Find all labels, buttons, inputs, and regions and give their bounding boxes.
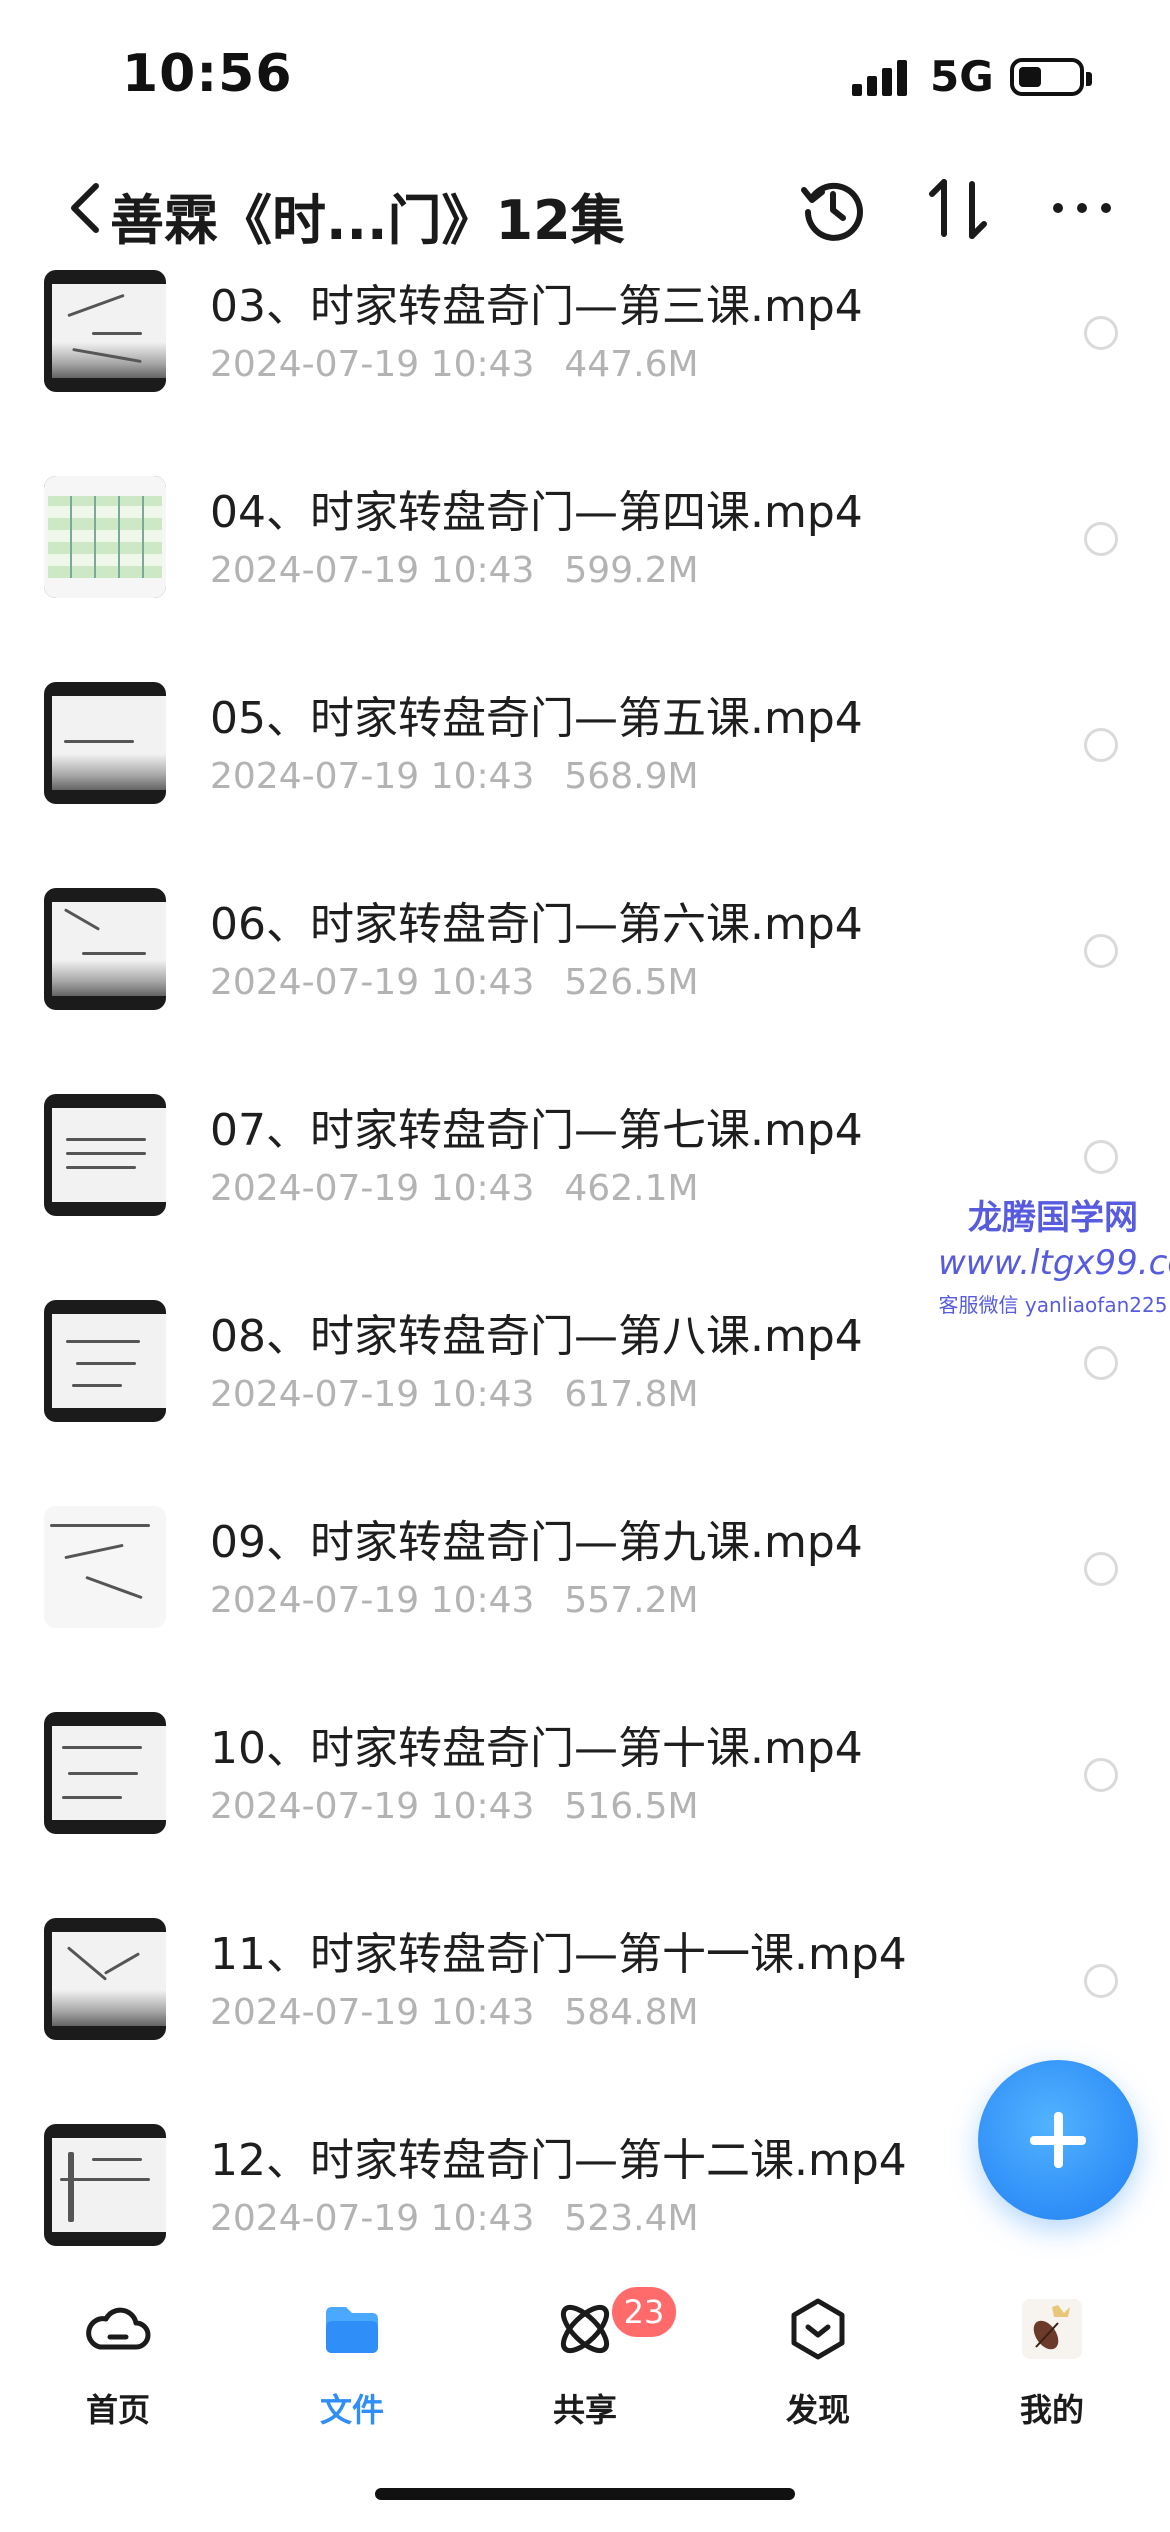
notification-badge: 23 (612, 2287, 676, 2337)
tab-label: 文件 (319, 2391, 384, 2429)
file-date: 2024-07-19 10:43 (210, 550, 535, 591)
file-meta: 2024-07-19 10:43 568.9M (210, 756, 699, 797)
file-size: 617.8M (564, 1374, 699, 1415)
select-radio[interactable] (1084, 316, 1118, 350)
file-size: 584.8M (564, 1992, 699, 2033)
video-thumbnail (44, 270, 166, 392)
file-date: 2024-07-19 10:43 (210, 756, 535, 797)
select-radio[interactable] (1084, 1346, 1118, 1380)
chevron-left-icon[interactable] (66, 178, 106, 238)
file-size: 557.2M (564, 1580, 699, 1621)
file-date: 2024-07-19 10:43 (210, 1786, 535, 1827)
select-radio[interactable] (1084, 1552, 1118, 1586)
file-name: 12、时家转盘奇门—第十二课.mp4 (210, 2135, 907, 2186)
file-meta: 2024-07-19 10:43 462.1M (210, 1168, 699, 1209)
battery-icon (1010, 58, 1092, 96)
tab-profile[interactable]: 我的 (972, 2295, 1132, 2445)
video-thumbnail (44, 1918, 166, 2040)
file-name: 04、时家转盘奇门—第四课.mp4 (210, 487, 863, 538)
video-thumbnail (44, 476, 166, 598)
sort-icon[interactable] (928, 176, 990, 242)
discover-icon (791, 2298, 845, 2360)
select-radio[interactable] (1084, 1964, 1118, 1998)
file-date: 2024-07-19 10:43 (210, 1992, 535, 2033)
tab-files[interactable]: 文件 (272, 2295, 432, 2445)
file-meta: 2024-07-19 10:43 447.6M (210, 344, 699, 385)
select-radio[interactable] (1084, 1758, 1118, 1792)
status-time: 10:56 (122, 44, 293, 104)
list-item[interactable]: 04、时家转盘奇门—第四课.mp4 2024-07-19 10:43 599.2M (0, 436, 1170, 642)
list-item[interactable]: 09、时家转盘奇门—第九课.mp4 2024-07-19 10:43 557.2M (0, 1466, 1170, 1672)
select-radio[interactable] (1084, 728, 1118, 762)
select-radio[interactable] (1084, 522, 1118, 556)
file-date: 2024-07-19 10:43 (210, 1168, 535, 1209)
tab-label: 首页 (85, 2391, 150, 2429)
tab-label: 共享 (552, 2391, 617, 2429)
file-name: 11、时家转盘奇门—第十一课.mp4 (210, 1929, 907, 1980)
file-meta: 2024-07-19 10:43 516.5M (210, 1786, 699, 1827)
file-date: 2024-07-19 10:43 (210, 344, 535, 385)
file-name: 08、时家转盘奇门—第八课.mp4 (210, 1311, 863, 1362)
status-bar: 10:56 5G (0, 0, 1170, 150)
list-item[interactable]: 05、时家转盘奇门—第五课.mp4 2024-07-19 10:43 568.9M (0, 642, 1170, 848)
home-indicator (375, 2488, 795, 2500)
share-orbit-icon (560, 2304, 610, 2354)
file-size: 462.1M (564, 1168, 699, 1209)
select-radio[interactable] (1084, 934, 1118, 968)
file-name: 07、时家转盘奇门—第七课.mp4 (210, 1105, 863, 1156)
video-thumbnail (44, 1300, 166, 1422)
watermark-contact: 客服微信 yanliaofan225 (938, 1293, 1168, 1317)
network-label: 5G (930, 52, 994, 101)
file-date: 2024-07-19 10:43 (210, 962, 535, 1003)
list-item[interactable]: 11、时家转盘奇门—第十一课.mp4 2024-07-19 10:43 584.8… (0, 1878, 1170, 2084)
file-date: 2024-07-19 10:43 (210, 1580, 535, 1621)
video-thumbnail (44, 1506, 166, 1628)
file-size: 516.5M (564, 1786, 699, 1827)
file-size: 447.6M (564, 344, 699, 385)
file-name: 05、时家转盘奇门—第五课.mp4 (210, 693, 863, 744)
video-thumbnail (44, 1094, 166, 1216)
file-meta: 2024-07-19 10:43 584.8M (210, 1992, 699, 2033)
tab-discover[interactable]: 发现 (738, 2295, 898, 2445)
tab-label: 我的 (1019, 2391, 1084, 2429)
signal-icon (852, 60, 908, 96)
list-item[interactable]: 03、时家转盘奇门—第三课.mp4 2024-07-19 10:43 447.6M (0, 270, 1170, 436)
more-horizontal-icon[interactable] (1050, 198, 1114, 218)
file-name: 06、时家转盘奇门—第六课.mp4 (210, 899, 863, 950)
file-name: 10、时家转盘奇门—第十课.mp4 (210, 1723, 863, 1774)
video-thumbnail (44, 888, 166, 1010)
file-name: 09、时家转盘奇门—第九课.mp4 (210, 1517, 863, 1568)
avatar-icon (1022, 2299, 1082, 2359)
file-size: 568.9M (564, 756, 699, 797)
video-thumbnail (44, 682, 166, 804)
file-meta: 2024-07-19 10:43 526.5M (210, 962, 699, 1003)
select-radio[interactable] (1084, 1140, 1118, 1174)
file-size: 599.2M (564, 550, 699, 591)
page-title: 善霖《时...门》12集 (110, 189, 625, 252)
file-size: 523.4M (564, 2198, 699, 2239)
file-meta: 2024-07-19 10:43 523.4M (210, 2198, 699, 2239)
file-name: 03、时家转盘奇门—第三课.mp4 (210, 281, 863, 332)
folder-icon (326, 2307, 378, 2353)
file-date: 2024-07-19 10:43 (210, 1374, 535, 1415)
watermark: 龙腾国学网 www.ltgx99.com 客服微信 yanliaofan225 (938, 1190, 1170, 1318)
video-thumbnail (44, 2124, 166, 2246)
tab-home[interactable]: 首页 (38, 2295, 198, 2445)
file-size: 526.5M (564, 962, 699, 1003)
add-button[interactable] (978, 2060, 1138, 2220)
list-item[interactable]: 10、时家转盘奇门—第十课.mp4 2024-07-19 10:43 516.5M (0, 1672, 1170, 1878)
file-date: 2024-07-19 10:43 (210, 2198, 535, 2239)
tab-label: 发现 (785, 2391, 850, 2429)
file-meta: 2024-07-19 10:43 617.8M (210, 1374, 699, 1415)
file-meta: 2024-07-19 10:43 599.2M (210, 550, 699, 591)
header: 善霖《时...门》12集 (0, 150, 1170, 270)
file-meta: 2024-07-19 10:43 557.2M (210, 1580, 699, 1621)
list-item[interactable]: 06、时家转盘奇门—第六课.mp4 2024-07-19 10:43 526.5M (0, 848, 1170, 1054)
video-thumbnail (44, 1712, 166, 1834)
cloud-icon (86, 2307, 151, 2350)
watermark-title: 龙腾国学网 (968, 1198, 1138, 1238)
watermark-url: www.ltgx99.com (938, 1243, 1170, 1283)
history-icon[interactable] (800, 176, 866, 242)
